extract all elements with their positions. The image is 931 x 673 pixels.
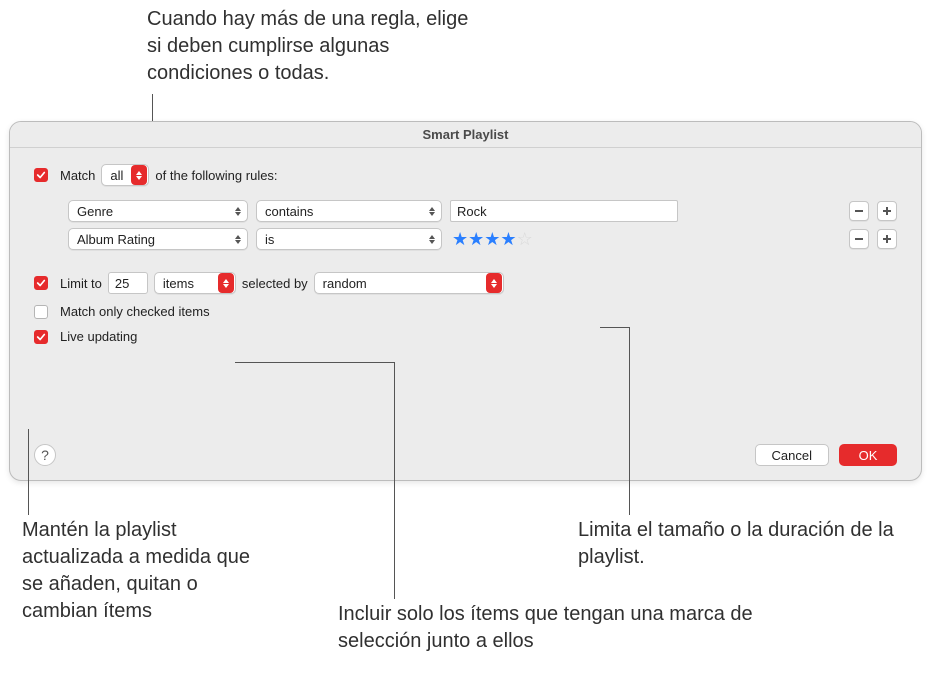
star-icon: ☆ <box>517 230 533 248</box>
stepper-arrows-icon <box>424 229 440 249</box>
limit-unit-value: items <box>163 276 216 291</box>
rule-attribute-value: Genre <box>77 204 228 219</box>
star-icon: ★ <box>500 230 516 248</box>
rule-condition-popup[interactable]: contains <box>256 200 442 222</box>
rule-value-input[interactable]: Rock <box>450 200 678 222</box>
stepper-arrows-icon <box>131 165 147 185</box>
match-only-checked-row: Match only checked items <box>34 304 897 319</box>
minus-icon <box>854 206 864 216</box>
limit-row: Limit to 25 items selected by random <box>34 272 897 294</box>
rule-attribute-value: Album Rating <box>77 232 228 247</box>
rule-attribute-popup[interactable]: Album Rating <box>68 228 248 250</box>
cancel-button[interactable]: Cancel <box>755 444 829 466</box>
rule-value-stars[interactable]: ★ ★ ★ ★ ☆ <box>450 228 678 250</box>
rule-attribute-popup[interactable]: Genre <box>68 200 248 222</box>
rule-condition-value: contains <box>265 204 422 219</box>
match-only-checked-checkbox[interactable] <box>34 305 48 319</box>
match-mode-popup[interactable]: all <box>101 164 149 186</box>
limit-unit-popup[interactable]: items <box>154 272 236 294</box>
live-updating-checkbox[interactable] <box>34 330 48 344</box>
plus-icon <box>882 234 892 244</box>
callout-limit: Limita el tamaño o la duración de la pla… <box>578 517 908 571</box>
smart-playlist-dialog: Smart Playlist Match all of the followin… <box>9 121 922 481</box>
callout-line <box>600 327 630 328</box>
limit-checkbox[interactable] <box>34 276 48 290</box>
rule-row: Album Rating is ★ ★ ★ ★ <box>68 228 897 250</box>
limit-selection-popup[interactable]: random <box>314 272 504 294</box>
callout-line <box>235 362 395 363</box>
star-icon: ★ <box>468 230 484 248</box>
rules-list: Genre contains Rock <box>68 200 897 250</box>
star-icon: ★ <box>452 230 468 248</box>
match-row: Match all of the following rules: <box>34 164 897 186</box>
rule-condition-popup[interactable]: is <box>256 228 442 250</box>
plus-icon <box>882 206 892 216</box>
stepper-arrows-icon <box>230 201 246 221</box>
ok-button[interactable]: OK <box>839 444 897 466</box>
match-checkbox[interactable] <box>34 168 48 182</box>
callout-match-only-checked: Incluir solo los ítems que tengan una ma… <box>338 601 768 655</box>
limit-selection-value: random <box>323 276 484 291</box>
stepper-arrows-icon <box>486 273 502 293</box>
callout-line <box>28 429 29 515</box>
match-only-checked-label: Match only checked items <box>60 304 210 319</box>
stepper-arrows-icon <box>230 229 246 249</box>
star-icon: ★ <box>484 230 500 248</box>
match-prefix-label: Match <box>60 168 95 183</box>
add-rule-button[interactable] <box>877 229 897 249</box>
callout-line <box>394 362 395 599</box>
live-updating-row: Live updating <box>34 329 897 344</box>
remove-rule-button[interactable] <box>849 229 869 249</box>
match-suffix-label: of the following rules: <box>155 168 277 183</box>
selected-by-label: selected by <box>242 276 308 291</box>
live-updating-label: Live updating <box>60 329 137 344</box>
dialog-title: Smart Playlist <box>10 122 921 148</box>
limit-amount-input[interactable]: 25 <box>108 272 148 294</box>
callout-match-mode: Cuando hay más de una regla, elige si de… <box>147 6 477 87</box>
minus-icon <box>854 234 864 244</box>
limit-prefix-label: Limit to <box>60 276 102 291</box>
rule-row: Genre contains Rock <box>68 200 897 222</box>
callout-line <box>629 327 630 515</box>
match-mode-value: all <box>110 168 129 183</box>
dialog-footer: ? Cancel OK <box>34 444 897 466</box>
remove-rule-button[interactable] <box>849 201 869 221</box>
callout-live-updating: Mantén la playlist actualizada a medida … <box>22 517 272 625</box>
stepper-arrows-icon <box>218 273 234 293</box>
add-rule-button[interactable] <box>877 201 897 221</box>
stepper-arrows-icon <box>424 201 440 221</box>
help-button[interactable]: ? <box>34 444 56 466</box>
rule-condition-value: is <box>265 232 422 247</box>
